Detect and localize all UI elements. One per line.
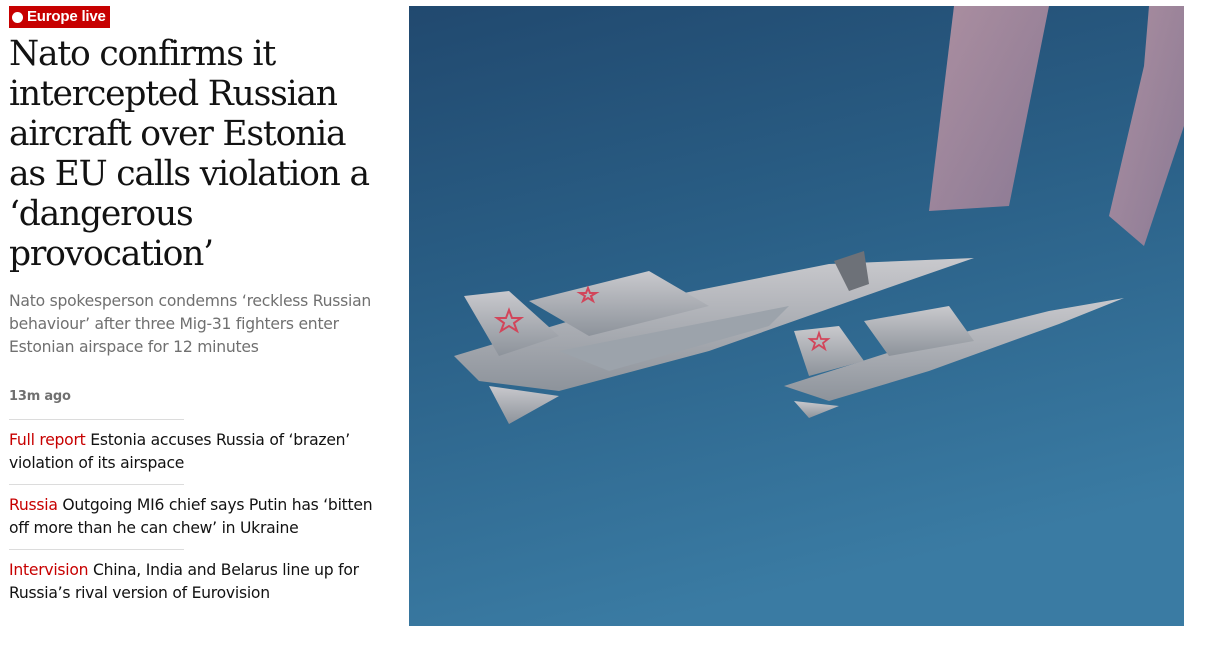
timestamp: 13m ago bbox=[9, 389, 71, 404]
live-dot-icon bbox=[12, 11, 23, 23]
related-link-kicker: Intervision bbox=[9, 561, 89, 579]
related-link-full-report[interactable]: Full report Estonia accuses Russia of ‘b… bbox=[9, 419, 389, 475]
hero-image[interactable] bbox=[409, 6, 1184, 626]
standfirst: Nato spokesperson condemns ‘reckless Rus… bbox=[9, 292, 372, 356]
live-kicker-badge[interactable]: Europe live bbox=[9, 6, 110, 28]
kicker-label: Europe live bbox=[27, 8, 106, 25]
article-card[interactable]: Europe live Nato confirms it intercepted… bbox=[9, 6, 394, 614]
related-link-russia[interactable]: Russia Outgoing MI6 chief says Putin has… bbox=[9, 484, 389, 540]
fighter-jets-photo bbox=[409, 6, 1184, 626]
related-links-list: Full report Estonia accuses Russia of ‘b… bbox=[9, 419, 394, 605]
headline-link[interactable]: Nato confirms it intercepted Russian air… bbox=[9, 34, 389, 274]
related-link-kicker: Russia bbox=[9, 496, 58, 514]
related-link-intervision[interactable]: Intervision China, India and Belarus lin… bbox=[9, 549, 389, 605]
related-link-text: Outgoing MI6 chief says Putin has ‘bitte… bbox=[9, 496, 373, 537]
related-link-kicker: Full report bbox=[9, 431, 86, 449]
